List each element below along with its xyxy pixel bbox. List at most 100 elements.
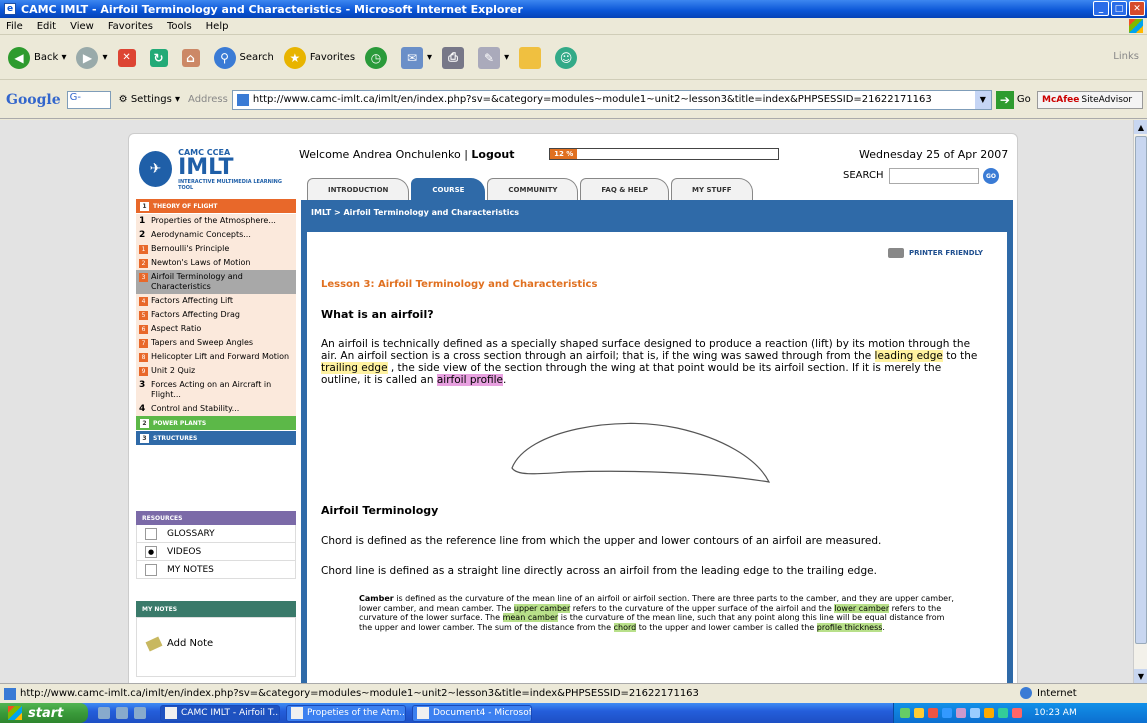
- tray-shield-icon[interactable]: [914, 708, 924, 718]
- google-search-input[interactable]: G-: [66, 90, 111, 109]
- scroll-thumb[interactable]: [1135, 136, 1147, 644]
- close-button[interactable]: ✕: [1129, 1, 1145, 16]
- printer-friendly-link[interactable]: PRINTER FRIENDLY: [887, 248, 983, 258]
- unit-item[interactable]: 3 Forces Acting on an Aircraft in Flight.…: [136, 378, 296, 402]
- glossary-term-leading-edge[interactable]: leading edge: [874, 350, 943, 362]
- address-label: Address: [188, 94, 228, 105]
- maximize-button[interactable]: □: [1111, 1, 1127, 16]
- quick-launch-outlook-icon[interactable]: [116, 707, 128, 719]
- google-settings-button[interactable]: ⚙ Settings ▾: [119, 94, 180, 105]
- tray-messenger-icon[interactable]: [942, 708, 952, 718]
- tray-antivirus-icon[interactable]: [928, 708, 938, 718]
- tab-introduction[interactable]: INTRODUCTION: [307, 178, 410, 200]
- tray-alert-icon[interactable]: [1012, 708, 1022, 718]
- glossary-term-upper-camber[interactable]: upper camber: [513, 603, 571, 613]
- tab-course[interactable]: COURSE: [411, 178, 486, 200]
- lesson-item[interactable]: 5 Factors Affecting Drag: [136, 308, 296, 322]
- videos-link[interactable]: ● VIDEOS: [136, 543, 296, 561]
- add-note-button[interactable]: Add Note: [145, 636, 213, 651]
- lesson-item[interactable]: 9 Unit 2 Quiz: [136, 364, 296, 378]
- section-label: THEORY OF FLIGHT: [153, 202, 218, 210]
- glossary-term-profile-thickness[interactable]: profile thickness: [816, 622, 883, 632]
- taskbar-button-word[interactable]: Document4 - Microsof...: [412, 704, 532, 722]
- section-power-plants[interactable]: 2 POWER PLANTS: [136, 416, 296, 430]
- mail-button[interactable]: ✉ ▾: [401, 46, 432, 69]
- go-button[interactable]: ➔ Go: [995, 90, 1031, 109]
- refresh-button[interactable]: ↻: [149, 48, 172, 67]
- glossary-term-trailing-edge[interactable]: trailing edge: [321, 362, 388, 374]
- menu-tools[interactable]: Tools: [167, 21, 192, 32]
- lesson-item[interactable]: 4 Factors Affecting Lift: [136, 294, 296, 308]
- nav-label: Forces Acting on an Aircraft in Flight..…: [151, 380, 272, 399]
- lesson-item[interactable]: 2 Newton's Laws of Motion: [136, 256, 296, 270]
- lesson-item-selected[interactable]: 3 Airfoil Terminology and Characteristics: [136, 270, 296, 294]
- nav-label: Aspect Ratio: [151, 324, 202, 333]
- glossary-term-lower-camber[interactable]: lower camber: [834, 603, 890, 613]
- print-button[interactable]: ⎙: [442, 46, 468, 69]
- menu-view[interactable]: View: [70, 21, 94, 32]
- section-theory-of-flight[interactable]: 1 THEORY OF FLIGHT: [136, 199, 296, 213]
- windows-logo-icon: [1129, 19, 1143, 33]
- forward-button[interactable]: ▶ ▾: [76, 46, 108, 69]
- tab-faq-help[interactable]: FAQ & HELP: [580, 178, 669, 200]
- links-button[interactable]: Links: [1113, 51, 1139, 62]
- quick-launch-ie-icon[interactable]: [98, 707, 110, 719]
- address-input[interactable]: http://www.camc-imlt.ca/imlt/en/index.ph…: [231, 89, 992, 110]
- glossary-term-chord[interactable]: chord: [613, 622, 637, 632]
- quick-launch-desktop-icon[interactable]: [134, 707, 146, 719]
- unit-item[interactable]: 2 Aerodynamic Concepts...: [136, 228, 296, 242]
- lesson-item[interactable]: 8 Helicopter Lift and Forward Motion: [136, 350, 296, 364]
- mcafee-siteadvisor-button[interactable]: McAfee SiteAdvisor: [1037, 91, 1143, 109]
- section-structures[interactable]: 3 STRUCTURES: [136, 431, 296, 445]
- favorites-button[interactable]: ★ Favorites: [283, 46, 355, 69]
- menu-edit[interactable]: Edit: [37, 21, 56, 32]
- start-button[interactable]: start: [0, 703, 88, 723]
- tray-update-icon[interactable]: [984, 708, 994, 718]
- breadcrumb: IMLT > Airfoil Terminology and Character…: [311, 208, 519, 217]
- menu-help[interactable]: Help: [206, 21, 229, 32]
- stop-button[interactable]: ✕: [117, 48, 140, 67]
- home-button[interactable]: ⌂: [181, 48, 204, 67]
- history-button[interactable]: ◷: [365, 46, 391, 69]
- scroll-down-icon[interactable]: ▼: [1134, 669, 1147, 683]
- unit-item[interactable]: 1 Properties of the Atmosphere...: [136, 214, 296, 228]
- minimize-button[interactable]: _: [1093, 1, 1109, 16]
- tray-volume-icon[interactable]: [970, 708, 980, 718]
- menu-favorites[interactable]: Favorites: [108, 21, 153, 32]
- chord-definition: Chord is defined as the reference line f…: [321, 535, 882, 547]
- back-button[interactable]: ◀ Back ▾: [8, 46, 66, 69]
- imlt-logo[interactable]: ✈ CAMC CCEA IMLT INTERACTIVE MULTIMEDIA …: [139, 144, 289, 194]
- folder-button[interactable]: [519, 46, 545, 69]
- glossary-term-mean-camber[interactable]: mean camber: [502, 613, 559, 622]
- my-notes-link[interactable]: MY NOTES: [136, 561, 296, 579]
- messenger-button[interactable]: ☺: [555, 46, 581, 69]
- tray-sync-icon[interactable]: [998, 708, 1008, 718]
- search-button[interactable]: ⚲ Search: [213, 46, 274, 69]
- lesson-item[interactable]: 1 Bernoulli's Principle: [136, 242, 296, 256]
- tab-my-stuff[interactable]: MY STUFF: [670, 178, 753, 200]
- tray-network-icon[interactable]: [900, 708, 910, 718]
- main-tabs: INTRODUCTION COURSE COMMUNITY FAQ & HELP…: [307, 178, 755, 200]
- my-notes-panel: Add Note: [136, 617, 296, 677]
- glossary-term-airfoil-profile[interactable]: airfoil profile: [436, 374, 503, 386]
- taskbar-button-ie[interactable]: CAMC IMLT - Airfoil T...: [160, 704, 280, 722]
- scroll-up-icon[interactable]: ▲: [1134, 120, 1147, 134]
- menu-file[interactable]: File: [6, 21, 23, 32]
- taskbar-button-powerpoint[interactable]: Propeties of the Atm...: [286, 704, 406, 722]
- lesson-item[interactable]: 6 Aspect Ratio: [136, 322, 296, 336]
- edit-button[interactable]: ✎ ▾: [478, 46, 509, 69]
- logout-link[interactable]: Logout: [471, 148, 514, 161]
- welcome-text: Welcome Andrea Onchulenko | Logout: [299, 148, 515, 161]
- nav-label: Factors Affecting Lift: [151, 296, 234, 305]
- tray-app-icon[interactable]: [956, 708, 966, 718]
- vertical-scrollbar[interactable]: ▲ ▼: [1133, 120, 1147, 683]
- unit-item[interactable]: 4 Control and Stability...: [136, 402, 296, 416]
- lesson-item[interactable]: 7 Tapers and Sweep Angles: [136, 336, 296, 350]
- glossary-link[interactable]: GLOSSARY: [136, 525, 296, 543]
- site-search-input[interactable]: [889, 168, 979, 184]
- address-dropdown-icon[interactable]: ▼: [974, 90, 991, 109]
- lesson-content: PRINTER FRIENDLY Lesson 3: Airfoil Termi…: [307, 232, 1007, 683]
- heading-airfoil-terminology: Airfoil Terminology: [321, 504, 439, 517]
- tab-community[interactable]: COMMUNITY: [487, 178, 579, 200]
- site-search-go-button[interactable]: GO: [983, 168, 999, 184]
